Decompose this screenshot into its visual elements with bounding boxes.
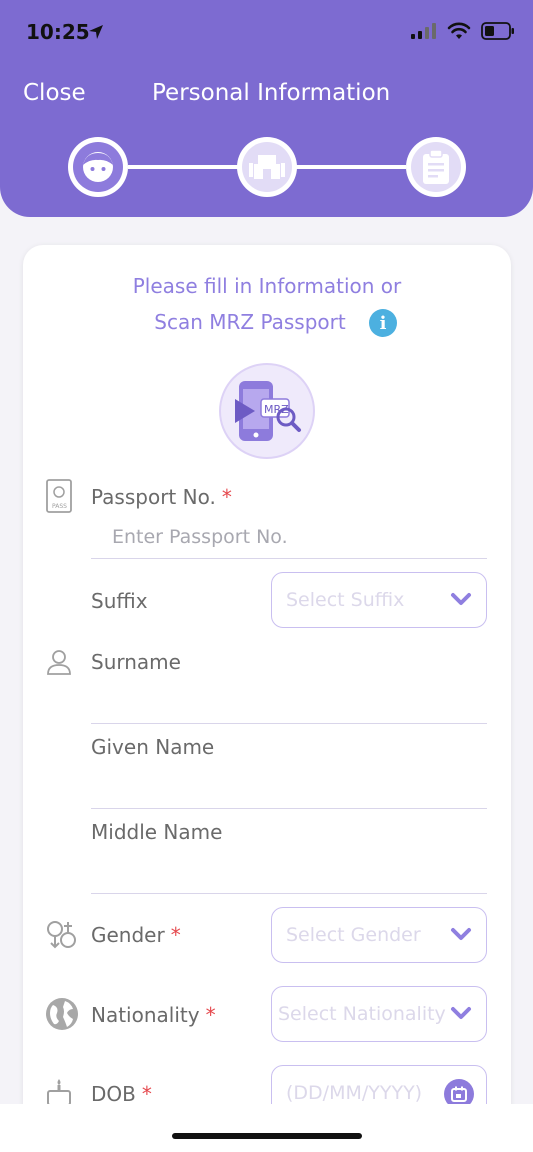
- dob-label: DOB *: [91, 1082, 152, 1106]
- svg-text:PASS: PASS: [52, 503, 67, 510]
- globe-icon: [46, 998, 78, 1030]
- gender-icon: [47, 921, 76, 949]
- chevron-down-icon: [451, 593, 471, 605]
- status-time: 10:25: [26, 20, 90, 44]
- location-arrow-icon: [89, 25, 103, 39]
- required-mark: *: [170, 923, 181, 947]
- suffix-placeholder: Select Suffix: [286, 589, 405, 611]
- surname-label: Surname: [91, 650, 181, 674]
- dob-placeholder: (DD/MM/YYYY): [286, 1082, 423, 1104]
- intro-line-1: Please fill in Information or: [132, 274, 402, 298]
- dob-label-text: DOB: [91, 1082, 136, 1106]
- middle-name-label: Middle Name: [91, 820, 223, 844]
- home-indicator[interactable]: [172, 1133, 362, 1139]
- info-icon[interactable]: i: [369, 309, 397, 337]
- given-name-label: Given Name: [91, 735, 215, 759]
- passport-number-input[interactable]: [91, 518, 487, 556]
- required-mark: *: [205, 1003, 216, 1027]
- divider: [91, 893, 487, 894]
- middle-name-input[interactable]: [91, 852, 487, 890]
- battery-icon: [481, 22, 514, 40]
- nationality-label: Nationality *: [91, 1003, 216, 1027]
- status-indicators: [411, 22, 515, 40]
- stepper-connector: [128, 165, 238, 169]
- gender-select[interactable]: Select Gender: [271, 907, 487, 963]
- divider: [91, 808, 487, 809]
- gender-placeholder: Select Gender: [286, 924, 421, 946]
- person-icon: [47, 650, 71, 675]
- passport-label: Passport No. *: [91, 485, 232, 509]
- gender-label: Gender *: [91, 923, 181, 947]
- suffix-select[interactable]: Select Suffix: [271, 572, 487, 628]
- passport-label-text: Passport No.: [91, 485, 216, 509]
- wifi-icon: [447, 22, 471, 39]
- clipboard-icon: [411, 142, 461, 192]
- nationality-select[interactable]: Select Nationality: [271, 986, 487, 1042]
- face-icon: [73, 142, 123, 192]
- suffix-label: Suffix: [91, 589, 148, 613]
- page-title: Personal Information: [152, 80, 391, 106]
- close-button[interactable]: Close: [23, 80, 86, 106]
- required-mark: *: [221, 485, 232, 509]
- step-personal-info[interactable]: [68, 137, 128, 197]
- step-address[interactable]: [237, 137, 297, 197]
- header-bar: 10:25 Close Personal Information: [0, 0, 533, 217]
- nationality-label-text: Nationality: [91, 1003, 200, 1027]
- surname-input[interactable]: [91, 682, 487, 720]
- home-icon: [242, 142, 292, 192]
- required-mark: *: [141, 1082, 152, 1106]
- chevron-down-icon: [451, 928, 471, 940]
- given-name-input[interactable]: [91, 767, 487, 805]
- divider: [91, 558, 487, 559]
- personal-info-card: Please fill in Information or Scan MRZ P…: [23, 245, 511, 1125]
- nationality-placeholder: Select Nationality: [278, 1003, 446, 1025]
- scan-mrz-button[interactable]: MRZ: [219, 363, 315, 459]
- mrz-scan-icon: MRZ: [235, 381, 301, 441]
- home-indicator-area: [0, 1104, 533, 1152]
- intro-line-2: Scan MRZ Passport: [154, 310, 346, 334]
- birthday-cake-icon: [47, 1079, 71, 1106]
- chevron-down-icon: [451, 1007, 471, 1019]
- passport-icon: PASS: [46, 479, 72, 513]
- step-documents[interactable]: [406, 137, 466, 197]
- cellular-signal-icon: [411, 23, 436, 39]
- gender-label-text: Gender: [91, 923, 165, 947]
- stepper-connector: [296, 165, 406, 169]
- divider: [91, 723, 487, 724]
